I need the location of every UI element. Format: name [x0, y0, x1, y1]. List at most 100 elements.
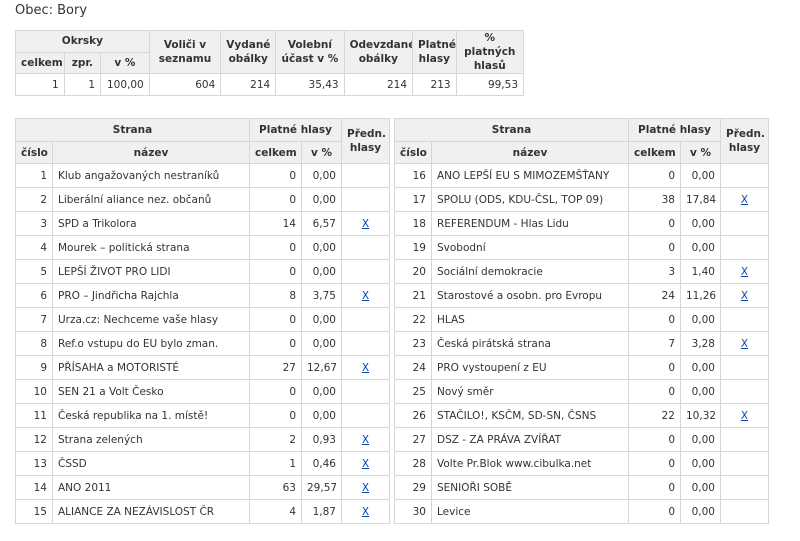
party-pct: 10,32 — [680, 403, 721, 428]
header-ucast: Volební účast v % — [275, 30, 345, 74]
summary-table: Okrsky Voliči v seznamu Vydané obálky Vo… — [15, 30, 525, 96]
okrsky-v-pct: 100,00 — [100, 73, 150, 96]
party-pct: 17,84 — [680, 187, 721, 212]
party-row: 28 Volte Pr.Blok www.cibulka.net 0 0,00 — [394, 451, 769, 476]
vydane-value: 214 — [220, 73, 277, 96]
preferential-votes-link[interactable]: X — [362, 290, 369, 302]
party-votes: 0 — [628, 427, 681, 452]
party-number: 15 — [15, 499, 53, 524]
party-name: DSZ - ZA PRÁVA ZVÍŘAT — [431, 427, 629, 452]
odevzdane-value: 214 — [343, 73, 414, 96]
party-votes: 0 — [628, 163, 681, 188]
header-cislo: číslo — [15, 141, 53, 164]
party-pct: 0,46 — [301, 451, 342, 476]
party-number: 2 — [15, 187, 53, 212]
party-number: 20 — [394, 259, 432, 284]
preferential-votes-cell — [341, 379, 390, 404]
preferential-votes-link[interactable]: X — [741, 266, 748, 278]
preferential-votes-link[interactable]: X — [362, 482, 369, 494]
party-row: 9 PŘÍSAHA a MOTORISTÉ 27 12,67 X — [15, 355, 390, 380]
ucast-value: 35,43 — [275, 73, 345, 96]
party-name: Mourek – politická strana — [52, 235, 250, 260]
party-pct: 1,40 — [680, 259, 721, 284]
preferential-votes-cell — [720, 427, 769, 452]
party-row: 17 SPOLU (ODS, KDU-ČSL, TOP 09) 38 17,84 X — [394, 187, 769, 212]
party-row: 8 Ref.o vstupu do EU bylo zman. 0 0,00 — [15, 331, 390, 356]
party-name: ČSSD — [52, 451, 250, 476]
party-votes: 0 — [628, 235, 681, 260]
party-number: 3 — [15, 211, 53, 236]
party-number: 16 — [394, 163, 432, 188]
header-v-pct: v % — [680, 141, 721, 164]
preferential-votes-cell — [720, 235, 769, 260]
party-name: ANO LEPŠÍ EU S MIMOZEMŠŤANY — [431, 163, 629, 188]
party-row: 18 REFERENDUM - Hlas Lidu 0 0,00 — [394, 211, 769, 236]
header-strana: Strana — [15, 118, 250, 142]
party-votes: 0 — [249, 259, 302, 284]
preferential-votes-link[interactable]: X — [741, 290, 748, 302]
okrsky-celkem: 1 — [15, 73, 65, 96]
party-number: 14 — [15, 475, 53, 500]
party-row: 12 Strana zelených 2 0,93 X — [15, 427, 390, 452]
party-pct: 0,00 — [680, 427, 721, 452]
preferential-votes-cell: X — [341, 283, 390, 308]
party-pct: 1,87 — [301, 499, 342, 524]
party-votes: 3 — [628, 259, 681, 284]
pct-platnych-value: 99,53 — [455, 73, 525, 96]
preferential-votes-link[interactable]: X — [362, 506, 369, 518]
page-title: Obec: Bory — [15, 3, 88, 18]
header-volici: Voliči v seznamu — [148, 30, 222, 74]
preferential-votes-link[interactable]: X — [362, 458, 369, 470]
okrsky-zpr: 1 — [63, 73, 102, 96]
preferential-votes-link[interactable]: X — [362, 362, 369, 374]
party-votes: 14 — [249, 211, 302, 236]
preferential-votes-cell — [341, 403, 390, 428]
party-row: 26 STAČILO!, KSČM, SD-SN, ČSNS 22 10,32 X — [394, 403, 769, 428]
party-number: 10 — [15, 379, 53, 404]
preferential-votes-link[interactable]: X — [741, 338, 748, 350]
party-row: 11 Česká republika na 1. místě! 0 0,00 — [15, 403, 390, 428]
preferential-votes-cell: X — [341, 211, 390, 236]
party-number: 24 — [394, 355, 432, 380]
party-pct: 0,00 — [680, 379, 721, 404]
party-name: Sociální demokracie — [431, 259, 629, 284]
party-number: 8 — [15, 331, 53, 356]
header-predn-hlasy: Předn. hlasy — [341, 118, 390, 164]
party-number: 5 — [15, 259, 53, 284]
party-name: Klub angažovaných nestraníků — [52, 163, 250, 188]
party-row: 13 ČSSD 1 0,46 X — [15, 451, 390, 476]
party-pct: 0,00 — [680, 235, 721, 260]
preferential-votes-cell: X — [341, 427, 390, 452]
party-row: 2 Liberální aliance nez. občanů 0 0,00 — [15, 187, 390, 212]
preferential-votes-link[interactable]: X — [362, 434, 369, 446]
party-number: 6 — [15, 283, 53, 308]
header-odevzdane: Odevzdané obálky — [343, 30, 414, 74]
preferential-votes-cell: X — [720, 331, 769, 356]
party-pct: 0,00 — [680, 475, 721, 500]
party-row: 19 Svobodní 0 0,00 — [394, 235, 769, 260]
party-name: SPD a Trikolora — [52, 211, 250, 236]
preferential-votes-link[interactable]: X — [362, 218, 369, 230]
preferential-votes-cell — [720, 355, 769, 380]
party-votes: 0 — [628, 307, 681, 332]
party-name: Liberální aliance nez. občanů — [52, 187, 250, 212]
preferential-votes-cell — [341, 235, 390, 260]
party-row: 21 Starostové a osobn. pro Evropu 24 11,26 X — [394, 283, 769, 308]
party-number: 7 — [15, 307, 53, 332]
header-nazev: název — [52, 141, 250, 164]
header-okrsky: Okrsky — [15, 30, 150, 53]
party-pct: 29,57 — [301, 475, 342, 500]
preferential-votes-link[interactable]: X — [741, 194, 748, 206]
party-pct: 3,75 — [301, 283, 342, 308]
party-pct: 0,00 — [301, 163, 342, 188]
party-pct: 0,00 — [301, 235, 342, 260]
party-votes: 1 — [249, 451, 302, 476]
preferential-votes-cell: X — [341, 451, 390, 476]
party-name: ANO 2011 — [52, 475, 250, 500]
party-table-right: Strana Platné hlasy Předn. hlasy číslo n… — [394, 118, 769, 524]
party-name: SPOLU (ODS, KDU-ČSL, TOP 09) — [431, 187, 629, 212]
party-number: 25 — [394, 379, 432, 404]
party-number: 28 — [394, 451, 432, 476]
party-votes: 7 — [628, 331, 681, 356]
preferential-votes-link[interactable]: X — [741, 410, 748, 422]
